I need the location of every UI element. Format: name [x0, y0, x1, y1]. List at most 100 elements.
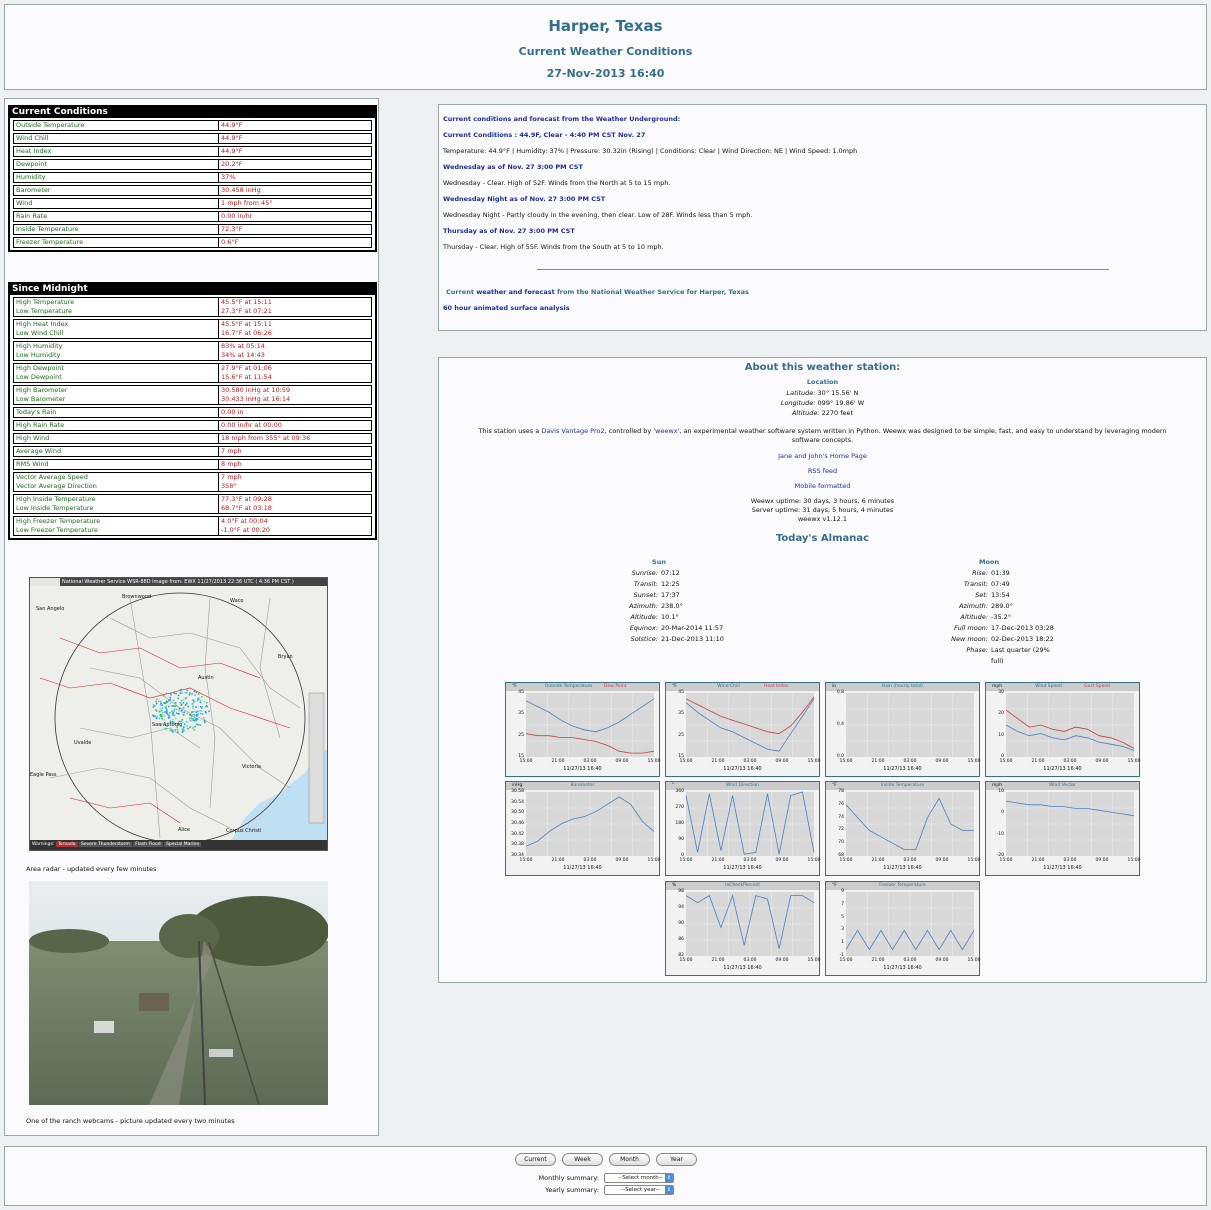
- condition-value: 0.6°F: [221, 238, 239, 246]
- midnight-value: 358°: [221, 482, 237, 490]
- radar-caption: Area radar - updated every few minutes: [26, 865, 157, 873]
- y-tick: 98: [678, 889, 684, 894]
- chart-rxcheckpercent: rxCheckPercent% 98 94 90 86 82 15:00 21:00 03:00…: [665, 881, 820, 976]
- about-panel: About this weather station: Location Lat…: [438, 357, 1207, 983]
- midnight-values: 18 mph from 355° at 09:36: [219, 434, 371, 443]
- weewx-version: weewx v1.12.1: [797, 515, 848, 523]
- almanac-row: Sunset: 17:37: [589, 590, 729, 601]
- webcam-image: [29, 881, 328, 1105]
- chart-header: Rain (hourly total) in: [826, 683, 979, 691]
- x-tick: 03:00: [903, 958, 917, 963]
- x-tick: 03:00: [743, 759, 757, 764]
- month-button[interactable]: Month: [609, 1153, 650, 1166]
- almanac-row: Transit: 12:25: [589, 579, 729, 590]
- mobile-link[interactable]: Mobile formatted: [439, 482, 1206, 490]
- midnight-row: High Freezer Temperature Low Freezer Temp…: [13, 516, 372, 536]
- x-tick: 15:00: [1127, 858, 1141, 863]
- x-tick: 09:00: [1095, 858, 1109, 863]
- x-tick: 09:00: [775, 759, 789, 764]
- midnight-values: 4.0°F at 00:04 -1.0°F at 00:20: [219, 517, 371, 535]
- midnight-label: High Temperature: [16, 298, 75, 306]
- x-tick: 03:00: [903, 759, 917, 764]
- radar-city-label: Bryan: [278, 654, 293, 660]
- almanac-value: 07:49: [991, 580, 1010, 588]
- midnight-label: High Barometer: [16, 386, 68, 394]
- chart-title-2: Gust Speed: [1084, 684, 1110, 689]
- almanac-key: Set:: [975, 591, 988, 599]
- wu-current-text: Temperature: 44.9°F | Humidity: 37% | Pr…: [443, 147, 858, 155]
- midnight-values: 45.5°F at 15:11 16.7°F at 06:26: [219, 320, 371, 338]
- almanac-value: 21-Dec-2013 11:10: [661, 635, 724, 643]
- almanac-key: Full moon:: [954, 624, 988, 632]
- nws-line: Current weather and forecast from the Na…: [446, 288, 1202, 296]
- y-tick: 360: [675, 789, 684, 794]
- radar-legend: Warnings: Tornado Severe Thunderstorm Fl…: [32, 842, 202, 847]
- midnight-label: Low Dewpoint: [16, 373, 62, 381]
- midnight-value: 7 mph: [221, 473, 242, 481]
- almanac-value: 07:12: [661, 569, 680, 577]
- home-page-link[interactable]: Jane and John's Home Page: [439, 452, 1206, 460]
- x-tick: 15:00: [519, 759, 533, 764]
- surface-analysis-link[interactable]: 60 hour animated surface analysis: [443, 304, 1202, 312]
- almanac-row: Set: 13:54: [919, 590, 1059, 601]
- rss-feed-link[interactable]: RSS feed: [439, 467, 1206, 475]
- midnight-value: 77.3°F at 09:28: [221, 495, 272, 503]
- midnight-values: 27.9°F at 01:06 15.6°F at 11:54: [219, 364, 371, 382]
- y-tick: 30.58: [511, 789, 524, 794]
- midnight-label: High Rain Rate: [16, 421, 65, 429]
- x-tick: 15:00: [839, 759, 853, 764]
- x-tick: 15:00: [807, 858, 821, 863]
- y-tick: 30.46: [511, 821, 524, 826]
- almanac-value: 17:37: [661, 591, 680, 599]
- almanac-key: Azimuth:: [629, 602, 658, 610]
- y-tick: 5: [841, 914, 844, 920]
- midnight-row: High Humidity Low Humidity 83% at 05:14 34%…: [13, 341, 372, 361]
- midnight-labels: High Dewpoint Low Dewpoint: [14, 364, 219, 382]
- midnight-row: RMS Wind 8 mph: [13, 459, 372, 470]
- midnight-value: 34% at 14:43: [221, 351, 265, 359]
- x-tick: 09:00: [775, 958, 789, 963]
- sun-almanac: Sun Sunrise: 07:12 Transit: 12:25 Sunset: 17:…: [589, 558, 729, 645]
- yearly-select[interactable]: --Select year-- ⇕: [604, 1185, 674, 1195]
- radar-city-label: Corpus Christi: [226, 828, 262, 834]
- weather-underground-panel: Current conditions and forecast from the…: [438, 104, 1207, 331]
- x-tick: 21:00: [871, 858, 885, 863]
- week-button[interactable]: Week: [562, 1153, 603, 1166]
- y-tick: 20: [998, 711, 1004, 717]
- y-tick: 10: [998, 732, 1004, 738]
- midnight-value: 16.7°F at 06:26: [221, 329, 272, 337]
- monthly-select[interactable]: --Select month-- ⇕: [604, 1173, 674, 1183]
- nws-link[interactable]: weather and forecast: [476, 288, 554, 296]
- year-button[interactable]: Year: [656, 1153, 697, 1166]
- midnight-value: 7 mph: [221, 447, 242, 455]
- almanac-key: New moon:: [951, 635, 988, 643]
- x-tick: 09:00: [615, 759, 629, 764]
- midnight-label: High Heat Index: [16, 320, 69, 328]
- x-tick: 15:00: [647, 759, 661, 764]
- x-tick: 15:00: [839, 858, 853, 863]
- page-datetime: 27-Nov-2013 16:40: [546, 67, 665, 80]
- divider: [536, 269, 1109, 270]
- monthly-label: Monthly summary:: [538, 1174, 599, 1182]
- x-tick: 15:00: [839, 958, 853, 963]
- condition-row: Outside Temperature 44.9°F: [13, 120, 372, 131]
- wu-forecast1-head: Wednesday as of Nov. 27 3:00 PM CST: [443, 163, 583, 171]
- davis-link[interactable]: Davis Vantage Pro2: [541, 427, 604, 435]
- midnight-label: Vector Average Speed: [16, 473, 88, 481]
- condition-label: Outside Temperature: [14, 121, 219, 130]
- almanac-row: Altitude: -35.2°: [919, 612, 1059, 623]
- latitude-row: Latitude: 30° 15.56' N: [439, 389, 1206, 397]
- x-tick: 15:00: [807, 759, 821, 764]
- y-tick: 94: [678, 905, 684, 910]
- y-tick: 90: [678, 837, 684, 842]
- radar-image: National Weather Service WSR-88D Image f…: [29, 577, 328, 851]
- latitude-label: Latitude:: [786, 389, 816, 397]
- y-tick: 0: [1001, 810, 1004, 816]
- x-label: 11/27/13 16:40: [723, 965, 762, 971]
- weewx-link[interactable]: 'weewx': [653, 427, 679, 435]
- page-footer: Current Week Month Year Monthly summary:…: [4, 1146, 1207, 1206]
- x-label: 11/27/13 16:40: [883, 865, 922, 871]
- current-button[interactable]: Current: [515, 1153, 556, 1166]
- nws-post: from the National Weather Service for Ha…: [556, 288, 749, 296]
- midnight-value: 45.5°F at 15:11: [221, 320, 272, 328]
